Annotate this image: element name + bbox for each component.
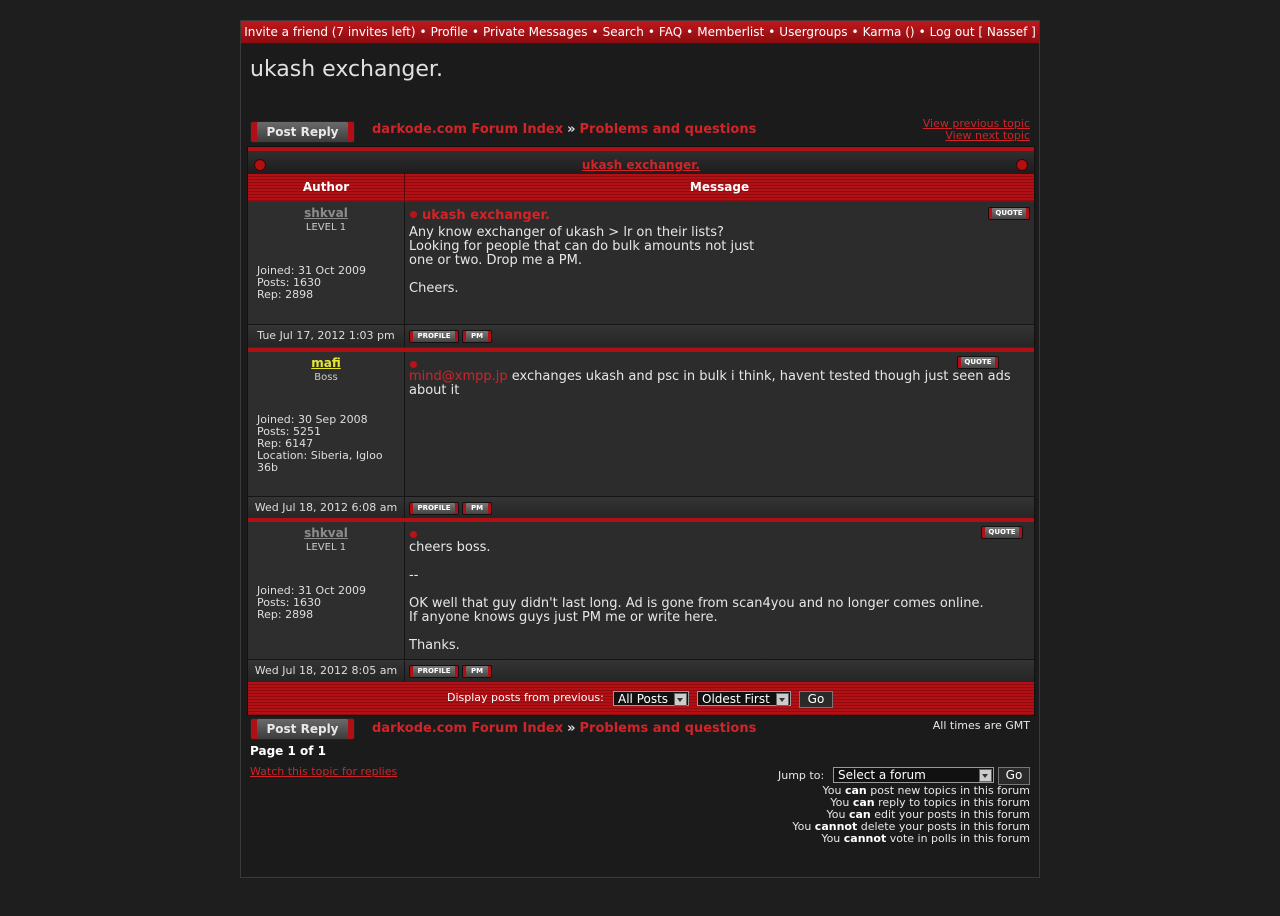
timezone-note: All times are GMT	[932, 719, 1030, 732]
post-author-panel: mafi Boss Joined: 30 Sep 2008 Posts: 525…	[248, 352, 405, 496]
post-email-link[interactable]: mind@xmpp.jp	[409, 369, 508, 384]
jump-forum-select[interactable]: Select a forum	[833, 767, 994, 783]
profile-button[interactable]: PROFILE	[409, 330, 459, 343]
display-go-button[interactable]: Go	[799, 691, 833, 708]
jump-go-button[interactable]: Go	[998, 767, 1030, 785]
nav-profile[interactable]: Profile	[431, 25, 468, 39]
breadcrumb-top: darkode.com Forum Index» Problems and que…	[372, 122, 757, 137]
post-2: mafi Boss Joined: 30 Sep 2008 Posts: 525…	[248, 352, 1034, 519]
post-message-panel: QUOTE cheers boss. -- OK well that guy d…	[405, 522, 1034, 659]
post-user-rank: LEVEL 1	[305, 222, 347, 233]
posts-range-select[interactable]: All Posts	[613, 691, 689, 706]
profile-button[interactable]: PROFILE	[409, 502, 459, 515]
quote-button[interactable]: QUOTE	[981, 526, 1023, 539]
forum-permissions: You can post new topics in this forum Yo…	[792, 784, 1030, 845]
post-author-panel: shkval LEVEL 1 Joined: 31 Oct 2009 Posts…	[248, 202, 405, 324]
post-user-rank: Boss	[314, 372, 338, 383]
post-body: cheers boss. -- OK well that guy didn't …	[409, 540, 984, 653]
chevron-down-icon	[979, 769, 992, 782]
pm-button[interactable]: PM	[462, 502, 492, 515]
view-next-topic-link[interactable]: View next topic	[923, 130, 1030, 142]
chevron-down-icon	[674, 693, 687, 706]
post-subject: ukash exchanger.	[410, 208, 550, 223]
post-user-rank: LEVEL 1	[305, 542, 347, 553]
column-header-message: Message	[405, 174, 1034, 201]
display-options-bar: Display posts from previous: All Posts O…	[248, 682, 1034, 715]
nav-karma[interactable]: Karma ()	[863, 25, 915, 39]
post-user-info: Joined: 30 Sep 2008 Posts: 5251 Rep: 614…	[257, 413, 383, 474]
posts-table: ukash exchanger. Author Message shkval L…	[247, 146, 1035, 716]
post-date: Wed Jul 18, 2012 6:08 am	[248, 497, 405, 519]
page-title: ukash exchanger.	[250, 57, 443, 82]
breadcrumb-forum-link[interactable]: Problems and questions	[580, 721, 757, 736]
post-bullet-icon	[410, 211, 417, 218]
post-bullet-icon	[410, 361, 417, 368]
pm-button[interactable]: PM	[462, 330, 492, 343]
breadcrumb-bottom: darkode.com Forum Index» Problems and que…	[372, 721, 757, 736]
quote-button[interactable]: QUOTE	[957, 356, 999, 369]
nav-memberlist[interactable]: Memberlist	[697, 25, 764, 39]
top-nav: Invite a friend (7 invites left) • Profile…	[241, 21, 1039, 44]
posts-order-select[interactable]: Oldest First	[697, 691, 791, 706]
post-body: Any know exchanger of ukash > lr on thei…	[409, 225, 755, 296]
page-container: Invite a friend (7 invites left) • Profile…	[240, 20, 1040, 878]
nav-usergroups[interactable]: Usergroups	[779, 25, 847, 39]
post-body: mind@xmpp.jp exchanges ukash and psc in …	[409, 369, 1011, 398]
quote-button[interactable]: QUOTE	[988, 207, 1030, 220]
display-posts-label: Display posts from previous:	[447, 691, 604, 704]
nav-invite[interactable]: Invite a friend (7 invites left)	[244, 25, 415, 39]
table-title-link[interactable]: ukash exchanger.	[248, 158, 1034, 172]
post-reply-button-top[interactable]: Post Reply	[250, 121, 355, 143]
profile-button[interactable]: PROFILE	[409, 665, 459, 678]
post-3: shkval LEVEL 1 Joined: 31 Oct 2009 Posts…	[248, 522, 1034, 682]
jump-to-label: Jump to:	[778, 769, 825, 782]
post-username-link[interactable]: shkval	[248, 526, 404, 540]
nav-search[interactable]: Search	[603, 25, 644, 39]
post-message-panel: ukash exchanger. QUOTE Any know exchange…	[405, 202, 1034, 324]
post-username-link[interactable]: mafi	[248, 356, 404, 370]
topic-navigation: View previous topic View next topic	[923, 118, 1030, 142]
post-user-info: Joined: 31 Oct 2009 Posts: 1630 Rep: 289…	[257, 264, 366, 301]
post-reply-button-bottom[interactable]: Post Reply	[250, 718, 355, 740]
post-footer: Wed Jul 18, 2012 6:08 am PROFILE PM	[248, 496, 1034, 519]
post-footer: Tue Jul 17, 2012 1:03 pm PROFILE PM	[248, 324, 1034, 347]
post-date: Wed Jul 18, 2012 8:05 am	[248, 660, 405, 682]
post-1: shkval LEVEL 1 Joined: 31 Oct 2009 Posts…	[248, 202, 1034, 348]
nav-faq[interactable]: FAQ	[659, 25, 682, 39]
post-author-panel: shkval LEVEL 1 Joined: 31 Oct 2009 Posts…	[248, 522, 405, 659]
breadcrumb-index-link[interactable]: darkode.com Forum Index	[372, 122, 563, 137]
table-title-bar: ukash exchanger.	[248, 147, 1034, 177]
watch-topic-link[interactable]: Watch this topic for replies	[250, 765, 397, 778]
post-user-info: Joined: 31 Oct 2009 Posts: 1630 Rep: 289…	[257, 584, 366, 621]
chevron-down-icon	[776, 693, 789, 706]
breadcrumb-index-link[interactable]: darkode.com Forum Index	[372, 721, 563, 736]
nav-logout[interactable]: Log out [ Nassef ]	[930, 25, 1036, 39]
post-bullet-icon	[410, 531, 417, 538]
post-footer: Wed Jul 18, 2012 8:05 am PROFILE PM	[248, 659, 1034, 682]
post-username-link[interactable]: shkval	[248, 206, 404, 220]
breadcrumb-forum-link[interactable]: Problems and questions	[580, 122, 757, 137]
page-info: Page 1 of 1	[250, 744, 326, 758]
post-message-panel: QUOTE mind@xmpp.jp exchanges ukash and p…	[405, 352, 1034, 496]
post-date: Tue Jul 17, 2012 1:03 pm	[248, 325, 405, 347]
pm-button[interactable]: PM	[462, 665, 492, 678]
nav-private-messages[interactable]: Private Messages	[483, 25, 588, 39]
column-header-author: Author	[248, 174, 405, 201]
